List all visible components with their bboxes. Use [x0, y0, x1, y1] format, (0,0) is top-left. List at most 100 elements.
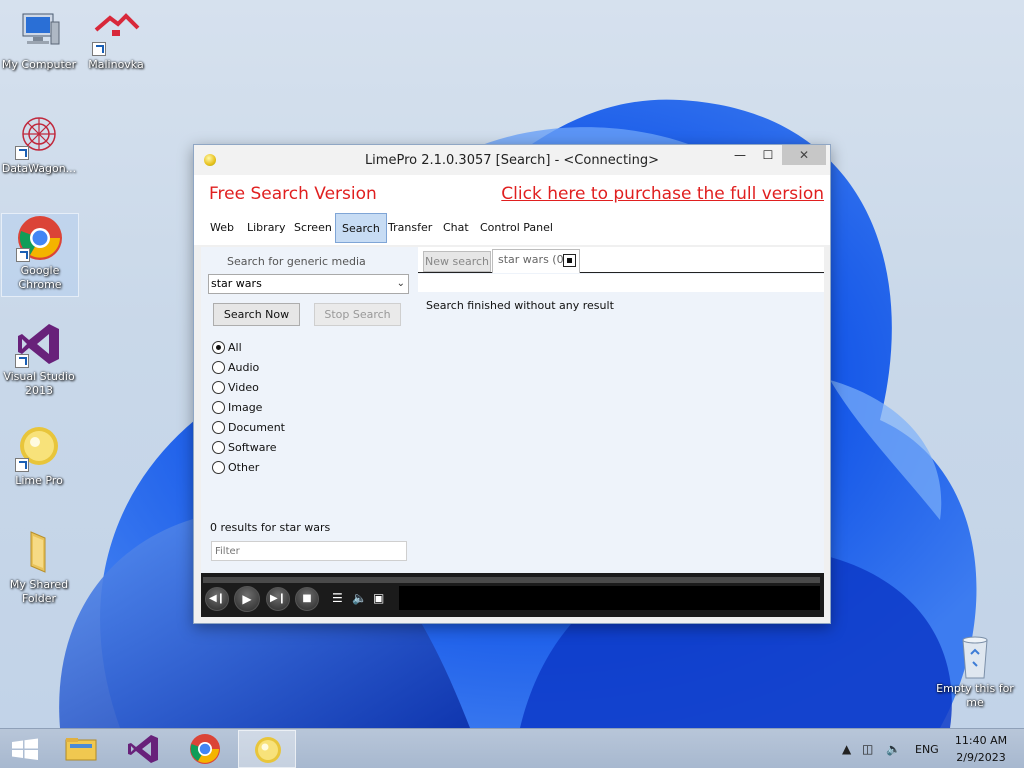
shortcut-arrow-icon — [16, 248, 30, 262]
desktop-icon-label: Google Chrome — [18, 264, 62, 291]
maximize-button[interactable]: ☐ — [754, 145, 782, 165]
limepro-window: LimePro 2.1.0.3057 [Search] - <Connectin… — [193, 144, 831, 624]
chrome-icon — [190, 734, 220, 764]
language-indicator[interactable]: ENG — [915, 743, 939, 756]
radio-icon[interactable] — [212, 360, 225, 374]
minimize-button[interactable]: — — [726, 145, 754, 165]
desktop-icon-malinovka[interactable]: Malinovka — [77, 8, 155, 72]
radio-checked-icon[interactable] — [212, 340, 225, 354]
desktop-icon-recycle-bin[interactable]: Empty this for me — [936, 632, 1014, 710]
search-now-button[interactable]: Search Now — [213, 303, 300, 326]
house-logo-icon — [92, 8, 140, 56]
results-panel: New search star wars (0) Search finished… — [418, 247, 824, 573]
lime-pro-icon — [255, 737, 281, 763]
shuffle-icon[interactable]: ▣ — [373, 591, 384, 605]
desktop-icon-my-shared-folder[interactable]: My Shared Folder — [0, 528, 78, 606]
new-search-tab[interactable]: New search — [423, 251, 491, 272]
desktop-icon-label: My Computer — [1, 58, 77, 71]
radio-document[interactable]: Document — [212, 420, 285, 436]
search-type-label: Search for generic media — [227, 255, 366, 268]
menu-control-panel[interactable]: Control Panel — [474, 213, 559, 243]
shortcut-arrow-icon — [15, 354, 29, 368]
radio-software[interactable]: Software — [212, 440, 277, 456]
radio-all[interactable]: All — [212, 340, 242, 356]
taskbar-chrome[interactable] — [176, 730, 234, 768]
clock-time[interactable]: 11:40 AM — [951, 734, 1011, 747]
windows-logo-icon — [12, 738, 38, 760]
taskbar-lime-pro[interactable] — [238, 730, 296, 768]
radio-icon[interactable] — [212, 460, 225, 474]
taskbar-visual-studio[interactable] — [114, 730, 172, 768]
radio-image[interactable]: Image — [212, 400, 262, 416]
radio-label: All — [228, 341, 242, 354]
menu-screen[interactable]: Screen — [288, 213, 338, 243]
file-explorer-icon — [65, 738, 97, 761]
player-progress-track[interactable] — [203, 577, 820, 583]
results-tab-strip: New search star wars (0) — [418, 247, 824, 273]
visual-studio-icon — [15, 320, 63, 368]
shortcut-arrow-icon — [15, 458, 29, 472]
play-icon[interactable]: ▶ — [234, 586, 260, 612]
search-result-tab-label: star wars (0) — [498, 253, 568, 266]
radio-icon[interactable] — [212, 420, 225, 434]
desktop-icon-lime-pro[interactable]: Lime Pro — [0, 424, 78, 488]
stop-search-button[interactable]: Stop Search — [314, 303, 401, 326]
radio-label: Other — [228, 461, 260, 474]
menu-web[interactable]: Web — [204, 213, 240, 243]
volume-icon[interactable]: 🔈 — [886, 742, 901, 756]
desktop-icon-my-computer[interactable]: My Computer — [0, 8, 78, 72]
chevron-down-icon[interactable]: ⌄ — [397, 275, 405, 293]
playlist-icon[interactable]: ☰ — [332, 591, 343, 605]
show-hidden-icons-icon[interactable]: ▲ — [842, 742, 851, 756]
radio-other[interactable]: Other — [212, 460, 259, 476]
desktop-icon-label: DataWagon... — [1, 162, 77, 175]
radio-icon[interactable] — [212, 400, 225, 414]
close-button[interactable]: ✕ — [782, 145, 826, 165]
radio-label: Software — [228, 441, 277, 454]
network-icon[interactable]: ◫ — [862, 742, 873, 756]
desktop-icon-label: Empty this for me — [936, 682, 1014, 709]
results-header — [418, 274, 824, 292]
menu-library[interactable]: Library — [241, 213, 291, 243]
stop-tab-icon[interactable] — [563, 254, 576, 267]
title-bar[interactable]: LimePro 2.1.0.3057 [Search] - <Connectin… — [194, 145, 830, 175]
menu-search[interactable]: Search — [335, 213, 387, 243]
clock-date[interactable]: 2/9/2023 — [951, 751, 1011, 764]
desktop-icon-label: Visual Studio 2013 — [3, 370, 75, 397]
filter-input[interactable] — [211, 541, 407, 561]
player-display — [399, 586, 820, 610]
chrome-icon — [16, 214, 64, 262]
radio-label: Video — [228, 381, 259, 394]
desktop-icon-datawagon[interactable]: DataWagon... — [0, 112, 78, 176]
radio-label: Document — [228, 421, 285, 434]
taskbar: ▲ ◫ 🔈 ENG 11:40 AM 2/9/2023 — [0, 728, 1024, 768]
search-result-tab[interactable]: star wars (0) — [492, 249, 580, 273]
taskbar-file-explorer[interactable] — [52, 730, 110, 768]
shortcut-arrow-icon — [92, 42, 106, 56]
menu-transfer[interactable]: Transfer — [382, 213, 438, 243]
datawagon-icon — [15, 112, 63, 160]
radio-label: Image — [228, 401, 263, 414]
search-options-panel: Search for generic media star wars ⌄ Sea… — [201, 247, 418, 573]
next-track-icon[interactable]: ▶❙ — [266, 587, 290, 611]
desktop-icon-label: Malinovka — [88, 58, 144, 71]
desktop-icon-label: My Shared Folder — [9, 578, 69, 605]
radio-audio[interactable]: Audio — [212, 360, 259, 376]
menu-chat[interactable]: Chat — [437, 213, 475, 243]
radio-video[interactable]: Video — [212, 380, 259, 396]
start-button[interactable] — [0, 730, 50, 768]
stop-icon[interactable]: ■ — [295, 587, 319, 611]
desktop-icon-visual-studio[interactable]: Visual Studio 2013 — [0, 320, 78, 398]
media-player: ◀❙ ▶ ▶❙ ■ ☰ 🔈 ▣ — [201, 573, 824, 617]
computer-icon — [15, 8, 63, 56]
search-query-combo[interactable]: star wars ⌄ — [208, 274, 409, 294]
desktop-icon-google-chrome[interactable]: Google Chrome — [1, 213, 79, 297]
banner: Free Search Version Click here to purcha… — [194, 175, 830, 211]
volume-icon[interactable]: 🔈 — [352, 591, 367, 605]
search-query-value: star wars — [211, 277, 262, 290]
radio-icon[interactable] — [212, 440, 225, 454]
radio-icon[interactable] — [212, 380, 225, 394]
purchase-link[interactable]: Click here to purchase the full version — [501, 184, 824, 204]
desktop-icon-label: Lime Pro — [15, 474, 63, 487]
previous-track-icon[interactable]: ◀❙ — [205, 587, 229, 611]
